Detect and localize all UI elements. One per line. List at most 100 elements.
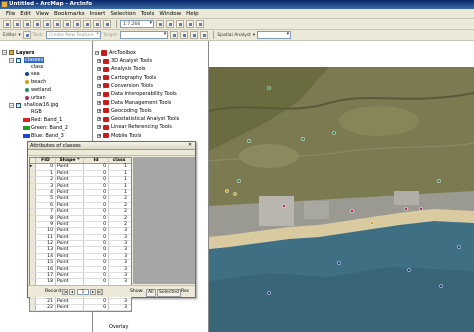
layer-visibility-checkbox[interactable] [16,102,21,108]
next-record-icon[interactable]: ▸ [90,289,96,295]
records-label: Rec [181,289,190,294]
show-all-button[interactable]: All [146,289,156,297]
table-cell: 3 [124,228,127,234]
layers-root-label[interactable]: Layers [16,50,35,56]
expand-icon[interactable]: + [97,59,101,63]
table-cell: 3 [124,298,127,304]
aerial-imagery[interactable] [209,41,474,332]
menu-window[interactable]: Window [159,11,181,17]
expand-icon[interactable]: + [97,133,101,138]
copy-icon[interactable] [53,20,61,28]
collapse-icon[interactable]: − [95,51,99,55]
table-cell: 0 [84,241,109,247]
collapse-icon[interactable]: − [9,103,14,108]
expand-icon[interactable]: + [97,75,101,80]
expand-icon[interactable]: + [97,100,101,105]
undo-icon[interactable] [83,20,91,28]
layer-visibility-checkbox[interactable] [16,57,21,63]
toolbox-item[interactable]: Geostatistical Analyst Tools [111,116,179,122]
expand-icon[interactable]: + [97,117,101,122]
sketch-properties-icon[interactable] [200,31,209,39]
menu-bookmarks[interactable]: Bookmarks [54,11,85,17]
expand-icon[interactable]: + [97,125,101,130]
paste-icon[interactable] [63,20,71,28]
table-cell: 17 [36,273,56,279]
expand-icon[interactable]: + [97,83,101,88]
spatial-analyst-menu[interactable]: Spatial Analyst [217,33,251,38]
spatial-analyst-dropdown-icon[interactable]: ▾ [253,33,255,38]
attributes-window[interactable]: Attributes of classes ✕ FID Shape * Id c… [27,141,196,313]
toolbox-item[interactable]: Cartography Tools [111,75,156,81]
cut-icon[interactable] [43,20,51,28]
table-cell: 9 [36,221,56,228]
split-tool-icon[interactable] [170,31,179,39]
toolbox-item[interactable]: 3D Analyst Tools [111,58,152,64]
menu-file[interactable]: File [6,11,15,17]
collapse-icon[interactable]: − [9,58,14,63]
first-record-icon[interactable]: |◂ [62,289,68,295]
open-icon[interactable] [13,20,21,28]
toc-icon[interactable] [166,20,174,28]
toolbox-item[interactable]: Linear Referencing Tools [111,124,172,130]
record-number-input[interactable]: 1 [77,289,89,295]
new-icon[interactable] [3,20,11,28]
collapse-icon[interactable]: − [2,50,7,55]
menu-tools[interactable]: Tools [141,11,155,17]
table-cell: 0 [84,279,109,285]
rotate-tool-icon[interactable] [180,31,189,39]
attributes-tool-icon[interactable] [190,31,199,39]
menu-selection[interactable]: Selection [110,11,135,17]
previous-record-icon[interactable]: ◂ [69,289,75,295]
table-row[interactable]: 22 Point 0 3 [30,304,131,312]
table-cell: 0 [84,247,109,253]
menu-edit[interactable]: Edit [20,11,31,17]
toolbox-item[interactable]: Analysis Tools [111,66,146,72]
redo-icon[interactable] [93,20,101,28]
title-bar: Untitled - ArcMap - ArcInfo [0,0,474,9]
column-header[interactable]: Id [84,158,109,164]
toolbox-overlay-item[interactable]: Overlay [109,324,128,330]
column-header[interactable]: class [109,158,129,163]
save-icon[interactable] [23,20,31,28]
delete-icon[interactable] [73,20,81,28]
attributes-window-titlebar[interactable]: Attributes of classes ✕ [28,142,195,150]
editor-dropdown-icon[interactable]: ▾ [18,33,20,38]
toolbox-icon [103,58,109,64]
sketch-tool-icon[interactable] [22,31,31,39]
toolbox-item[interactable]: Geocoding Tools [111,108,152,114]
table-cell: 13 [36,247,56,253]
toolbox-item[interactable]: Mobile Tools [111,133,141,139]
column-header[interactable]: Shape * [56,158,84,164]
scale-combo[interactable]: 1:7,266 [120,20,154,28]
show-selected-button[interactable]: Selected [157,289,181,297]
table-cell: 14 [36,253,56,260]
menu-insert[interactable]: Insert [90,11,106,17]
task-combo[interactable]: Create New Feature [45,31,101,39]
help-icon[interactable] [196,20,204,28]
expand-icon[interactable]: + [97,67,101,72]
map-view[interactable] [209,41,474,332]
menu-bar: File Edit View Bookmarks Insert Selection Tool… [0,9,474,19]
add-data-icon[interactable] [103,20,111,28]
command-line-icon[interactable] [186,20,194,28]
editor-menu[interactable]: Editor [3,33,16,38]
print-icon[interactable] [33,20,41,28]
toolbox-item[interactable]: Data Management Tools [111,100,171,106]
toolbox-item[interactable]: Conversion Tools [111,83,153,89]
arctoolbox-root[interactable]: ArcToolbox [109,50,136,56]
close-icon[interactable]: ✕ [187,143,193,149]
target-combo[interactable] [120,31,169,39]
last-record-icon[interactable]: ▸| [97,289,103,295]
arctoolbox-icon[interactable] [176,20,184,28]
menu-help[interactable]: Help [186,11,199,17]
expand-icon[interactable]: + [97,92,101,97]
expand-icon[interactable]: + [97,108,101,113]
menu-view[interactable]: View [36,11,49,17]
table-cell: 21 [36,298,56,304]
layer-shallow16[interactable]: shallow16.jpg [24,102,58,108]
layer-combo[interactable] [257,31,292,39]
editor-toolbar-icon[interactable] [156,20,164,28]
layer-classes[interactable]: classes [24,57,45,63]
toolbox-item[interactable]: Data Interoperability Tools [111,91,177,97]
column-header[interactable]: FID [36,158,56,164]
